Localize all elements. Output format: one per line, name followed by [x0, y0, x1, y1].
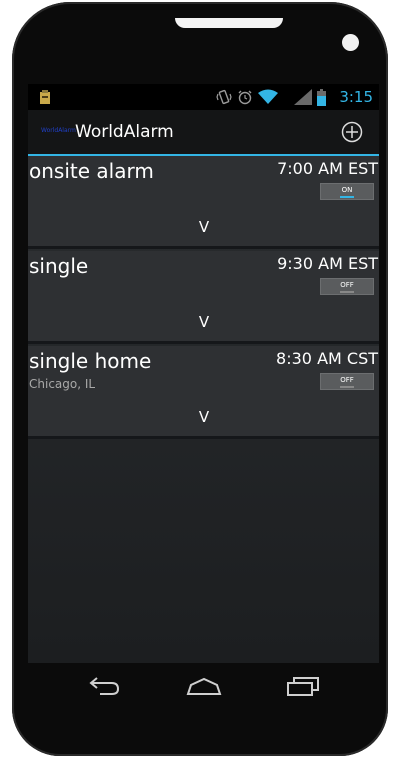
- plus-circle-icon[interactable]: [341, 121, 363, 143]
- alarm-card[interactable]: single 9:30 AM EST OFF V: [28, 251, 379, 344]
- back-icon[interactable]: [86, 675, 122, 697]
- toggle-label: ON: [341, 186, 353, 194]
- app-title: WorldAlarm: [75, 122, 174, 142]
- alarm-name: onsite alarm: [29, 159, 154, 183]
- alarm-toggle[interactable]: OFF: [320, 278, 374, 295]
- alarm-name: single: [29, 254, 89, 278]
- battery-icon: [317, 88, 326, 106]
- alarm-icon: [238, 90, 252, 105]
- alarm-card[interactable]: onsite alarm 7:00 AM EST ON V: [28, 156, 379, 249]
- status-bar: 3:15: [28, 84, 379, 110]
- nav-bar: [28, 663, 379, 713]
- front-camera: [342, 34, 359, 51]
- expand-button[interactable]: V: [194, 218, 214, 236]
- notification-icon: [40, 90, 50, 104]
- alarm-location: Chicago, IL: [29, 377, 96, 391]
- wifi-icon: [258, 89, 278, 104]
- action-bar: WorldAlarm WorldAlarm: [28, 110, 379, 156]
- home-icon[interactable]: [186, 675, 222, 697]
- toggle-label: OFF: [340, 281, 354, 289]
- recent-apps-icon[interactable]: [285, 675, 321, 697]
- alarm-toggle[interactable]: OFF: [320, 373, 374, 390]
- speaker-grille: [175, 18, 283, 28]
- alarm-name: single home: [29, 349, 152, 373]
- alarm-time: 9:30 AM EST: [277, 254, 378, 273]
- app-icon[interactable]: WorldAlarm: [41, 126, 76, 136]
- expand-button[interactable]: V: [194, 408, 214, 426]
- alarm-time: 8:30 AM CST: [276, 349, 378, 368]
- toggle-indicator: [340, 196, 354, 198]
- toggle-label: OFF: [340, 376, 354, 384]
- alarm-card[interactable]: single home Chicago, IL 8:30 AM CST OFF …: [28, 346, 379, 439]
- status-time: 3:15: [339, 88, 373, 106]
- toggle-indicator: [340, 291, 354, 293]
- alarm-list: onsite alarm 7:00 AM EST ON V single 9:3…: [28, 156, 379, 441]
- toggle-indicator: [340, 386, 354, 388]
- alarm-time: 7:00 AM EST: [277, 159, 378, 178]
- expand-button[interactable]: V: [194, 313, 214, 331]
- signal-icon: [294, 89, 312, 105]
- vibrate-icon: [216, 89, 232, 105]
- screen: 3:15 WorldAlarm WorldAlarm onsite alarm …: [28, 84, 379, 663]
- alarm-toggle[interactable]: ON: [320, 183, 374, 200]
